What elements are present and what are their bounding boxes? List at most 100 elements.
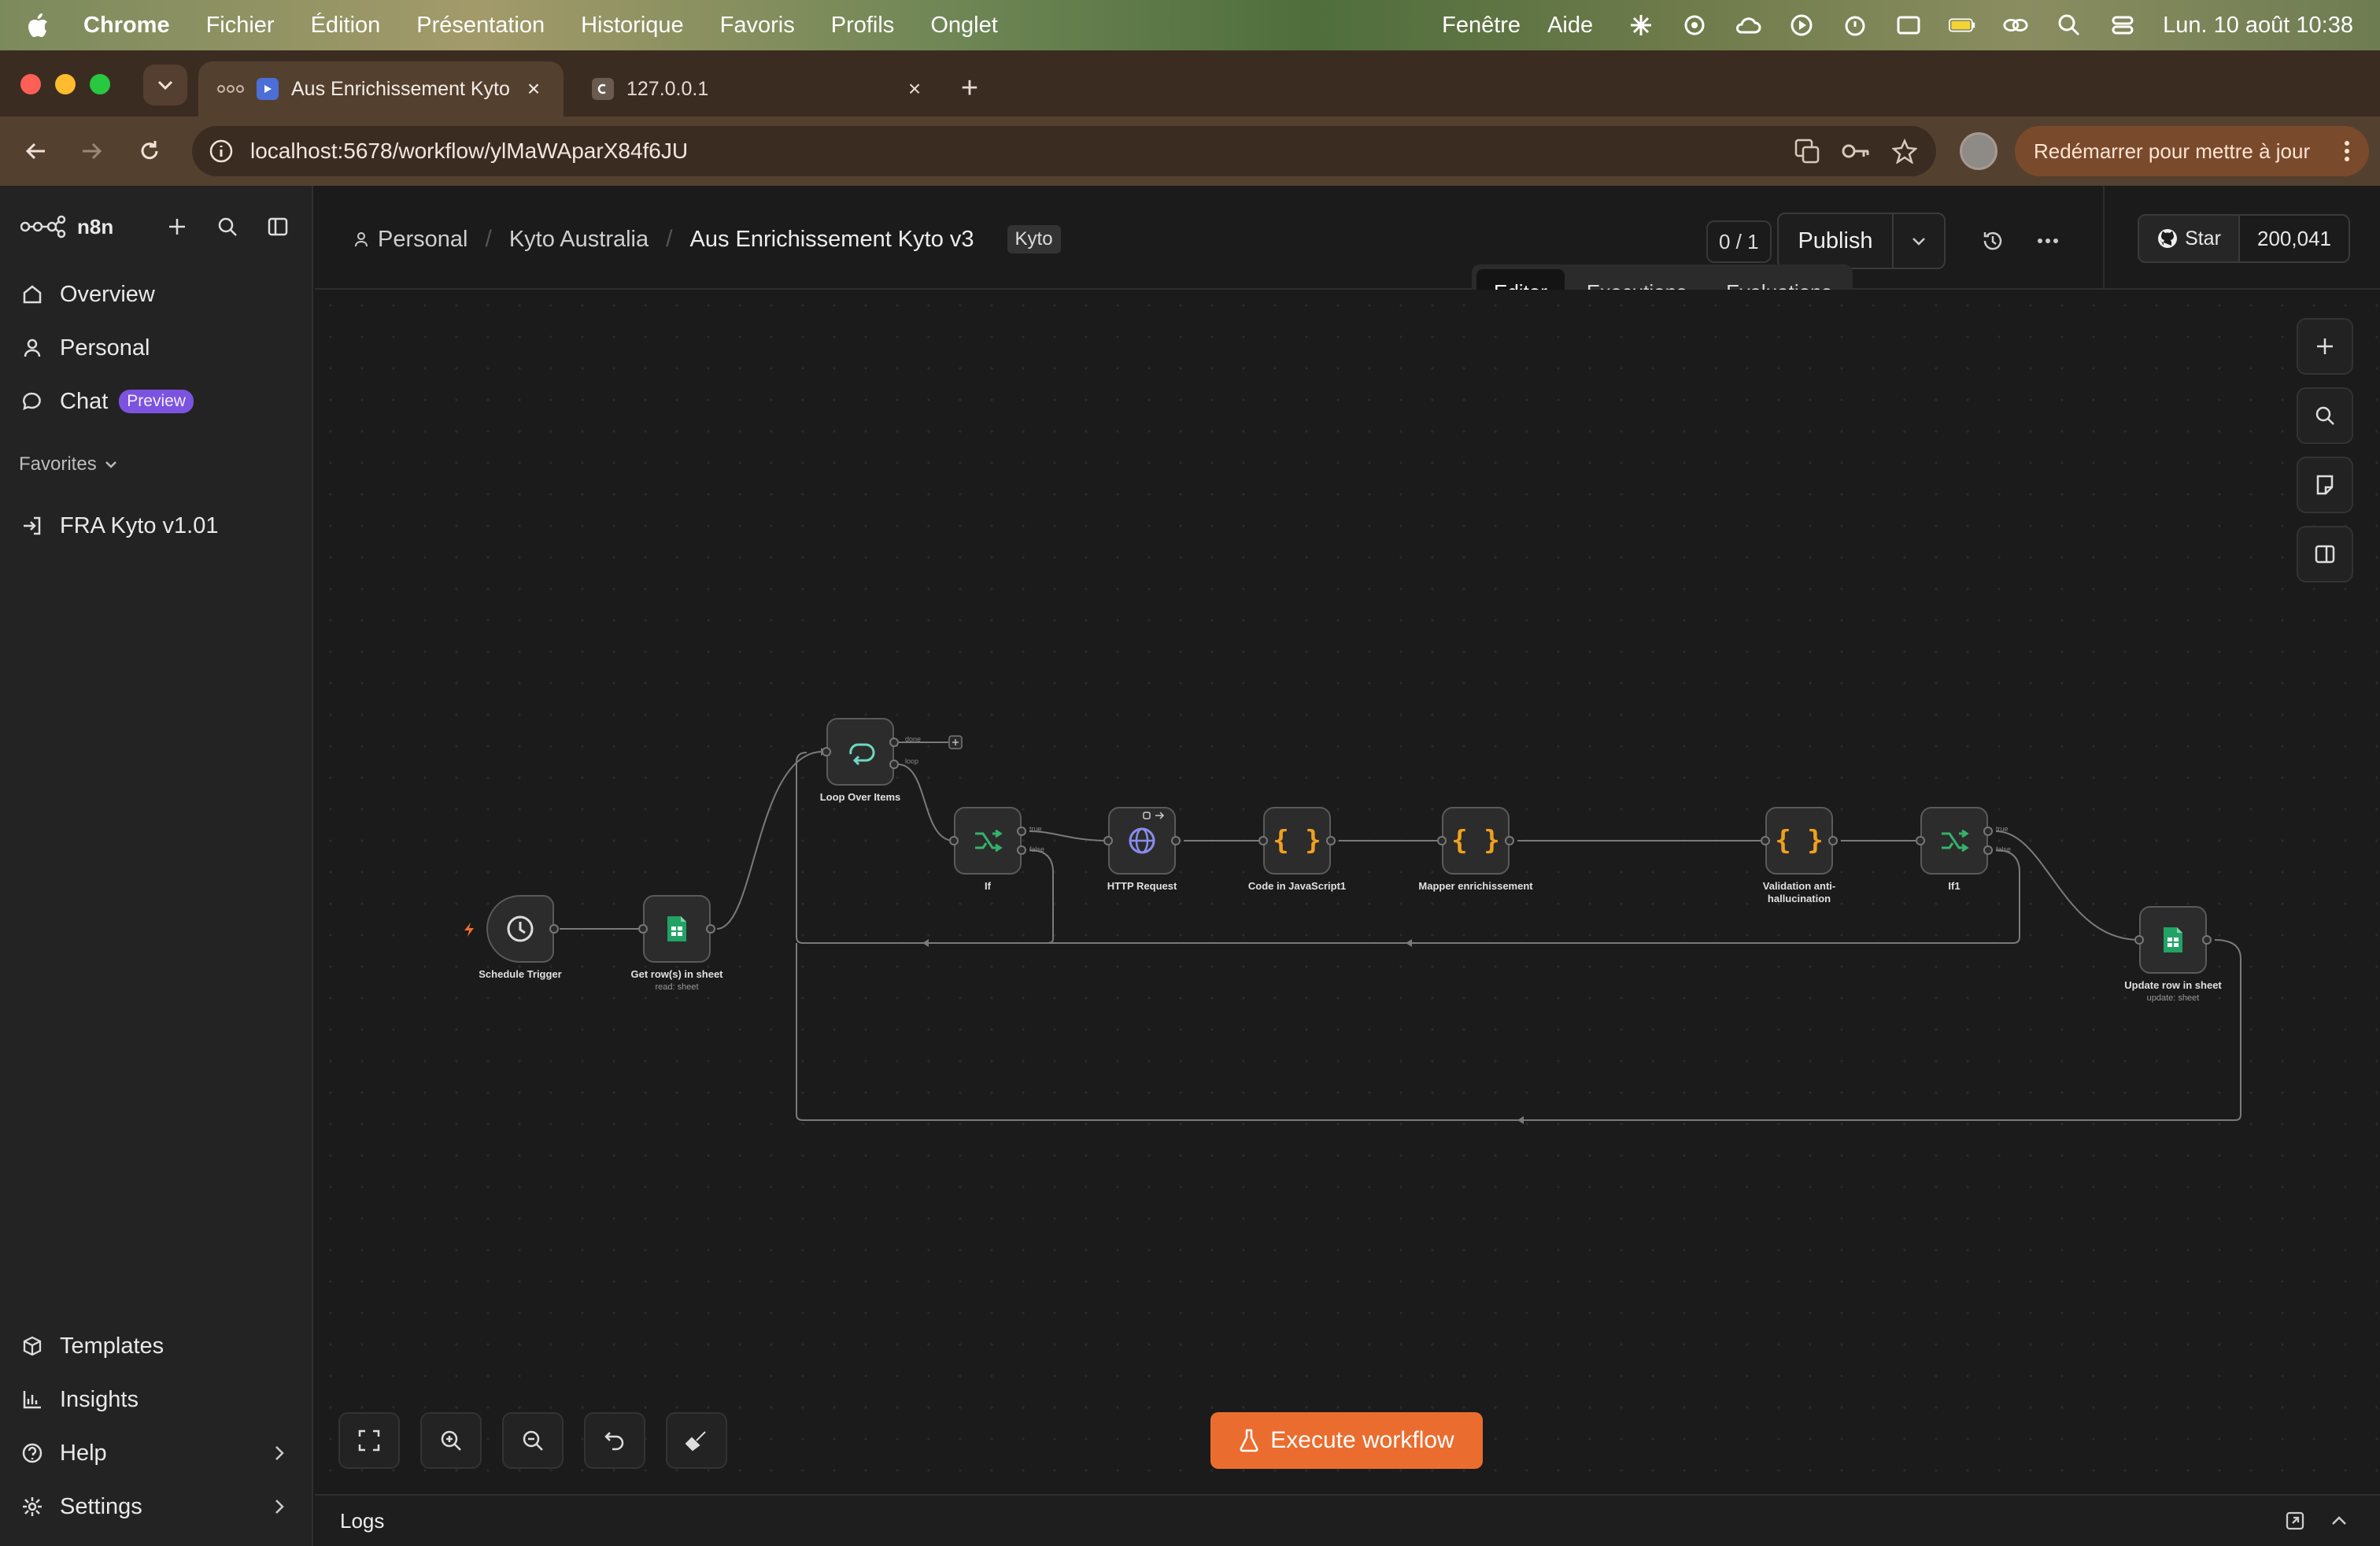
sidebar-item-overview[interactable]: Overview [19, 272, 155, 316]
zoom-in-button[interactable] [420, 1412, 482, 1469]
input-port[interactable] [949, 836, 959, 845]
link-icon[interactable] [2002, 12, 2029, 39]
input-port[interactable] [1103, 836, 1113, 845]
add-sticky-note-button[interactable] [2297, 457, 2353, 513]
output-port[interactable] [706, 924, 715, 934]
output-port[interactable] [1326, 836, 1336, 845]
back-button[interactable] [20, 135, 52, 167]
output-port-loop[interactable] [889, 760, 899, 769]
add-node-button[interactable] [2297, 318, 2353, 375]
play-circle-icon[interactable] [1788, 12, 1815, 39]
menu-item-tab[interactable]: Onglet [930, 13, 997, 39]
search-icon[interactable] [209, 209, 246, 245]
sidebar-item-help[interactable]: Help [19, 1431, 293, 1475]
input-port[interactable] [1437, 836, 1447, 845]
workflow-tag[interactable]: Kyto [1007, 225, 1061, 253]
open-external-icon[interactable] [2279, 1505, 2311, 1537]
translate-icon[interactable] [1791, 135, 1823, 167]
breadcrumb-project[interactable]: Personal [378, 227, 468, 253]
sidebar-item-chat[interactable]: Chat Preview [19, 379, 194, 423]
menu-app-name[interactable]: Chrome [83, 13, 170, 39]
execute-workflow-button[interactable]: Execute workflow [1210, 1412, 1483, 1469]
output-port[interactable] [1505, 836, 1514, 845]
node-schedule-trigger[interactable] [486, 895, 554, 963]
output-port[interactable] [1171, 836, 1181, 845]
undo-button[interactable] [584, 1412, 645, 1469]
url-text[interactable]: localhost:5678/workflow/ylMaWAparX84f6JU [250, 139, 1774, 164]
maximize-window-button[interactable] [90, 74, 110, 94]
menubar-clock[interactable]: Lun. 10 août 10:38 [2163, 13, 2353, 39]
close-tab-icon[interactable]: × [523, 76, 545, 101]
node-if1[interactable] [1920, 807, 1988, 875]
output-port[interactable] [549, 924, 559, 934]
timer-icon[interactable] [1842, 12, 1868, 39]
publish-options-button[interactable] [1894, 214, 1944, 268]
node-loop-over-items[interactable] [826, 718, 894, 786]
input-port[interactable] [1916, 836, 1925, 845]
node-update-row[interactable] [2139, 906, 2207, 974]
sidebar-item-settings[interactable]: Settings [19, 1485, 142, 1529]
site-info-icon[interactable] [208, 138, 235, 165]
screen-icon[interactable] [1895, 12, 1922, 39]
minimize-window-button[interactable] [55, 74, 76, 94]
node-mapper-enrichissement[interactable]: { } [1442, 807, 1510, 875]
workflow-canvas[interactable]: done loop true false true false Schedule… [315, 290, 2380, 1494]
bookmark-star-icon[interactable] [1889, 135, 1920, 167]
search-icon[interactable] [2056, 12, 2082, 39]
menu-item-bookmarks[interactable]: Favoris [720, 13, 795, 39]
chevron-right-icon[interactable] [268, 1495, 291, 1518]
node-get-rows[interactable] [643, 895, 711, 963]
create-plus-icon[interactable] [159, 209, 195, 245]
tidy-up-button[interactable] [666, 1412, 727, 1469]
output-port-false[interactable] [1983, 845, 1993, 855]
menu-item-window[interactable]: Fenêtre [1442, 13, 1521, 39]
password-key-icon[interactable] [1840, 135, 1872, 167]
reload-button[interactable] [134, 135, 165, 167]
menu-item-profiles[interactable]: Profils [831, 13, 895, 39]
forward-button[interactable] [76, 135, 107, 167]
fit-view-button[interactable] [338, 1412, 400, 1469]
sidebar-item-templates[interactable]: Templates [19, 1324, 164, 1368]
publish-button[interactable]: Publish [1779, 214, 1894, 268]
tab-search-button[interactable] [143, 65, 187, 105]
logs-panel-bar[interactable]: Logs [315, 1494, 2380, 1546]
menu-item-help[interactable]: Aide [1547, 13, 1593, 39]
chevron-right-icon[interactable] [268, 1441, 291, 1465]
menu-item-edit[interactable]: Édition [311, 13, 381, 39]
openai-icon[interactable] [1681, 12, 1708, 39]
menu-item-history[interactable]: Historique [581, 13, 684, 39]
zoom-out-button[interactable] [502, 1412, 564, 1469]
output-port-true[interactable] [1983, 827, 1993, 836]
history-icon[interactable] [1975, 224, 2010, 258]
apple-icon[interactable] [24, 11, 52, 39]
version-counter[interactable]: 0 / 1 [1706, 220, 1772, 263]
toggle-panel-button[interactable] [2297, 526, 2353, 583]
more-options-icon[interactable] [2031, 224, 2065, 258]
tab-workflow[interactable]: Aus Enrichissement Kyto v × [198, 61, 564, 117]
input-port[interactable] [2134, 935, 2144, 945]
profile-avatar[interactable] [1960, 132, 1998, 170]
n8n-logo[interactable]: n8n [20, 215, 145, 239]
favorite-item[interactable]: FRA Kyto v1.01 [19, 504, 219, 548]
menu-item-file[interactable]: Fichier [206, 13, 275, 39]
close-tab-icon[interactable]: × [904, 76, 926, 101]
close-window-button[interactable] [20, 74, 41, 94]
output-port[interactable] [2202, 935, 2212, 945]
sidebar-item-personal[interactable]: Personal [19, 326, 150, 370]
node-code-javascript[interactable]: { } [1263, 807, 1331, 875]
sparkle-icon[interactable] [1628, 12, 1654, 39]
battery-icon[interactable] [1949, 12, 1975, 39]
output-port-false[interactable] [1017, 845, 1026, 855]
breadcrumb-folder[interactable]: Kyto Australia [509, 227, 649, 253]
favorites-header[interactable]: Favorites [19, 453, 117, 475]
output-port[interactable] [1828, 836, 1838, 845]
workflow-name[interactable]: Aus Enrichissement Kyto v3 [689, 227, 974, 253]
input-port[interactable] [822, 747, 831, 756]
input-port[interactable] [1761, 836, 1770, 845]
node-validation-anti-hallucination[interactable]: { } [1765, 807, 1833, 875]
github-star-part[interactable]: Star [2139, 216, 2240, 261]
sidebar-item-insights[interactable]: Insights [19, 1378, 139, 1422]
output-port-done[interactable] [889, 738, 899, 747]
address-bar[interactable]: localhost:5678/workflow/ylMaWAparX84f6JU [192, 126, 1936, 176]
control-center-icon[interactable] [2109, 12, 2136, 39]
